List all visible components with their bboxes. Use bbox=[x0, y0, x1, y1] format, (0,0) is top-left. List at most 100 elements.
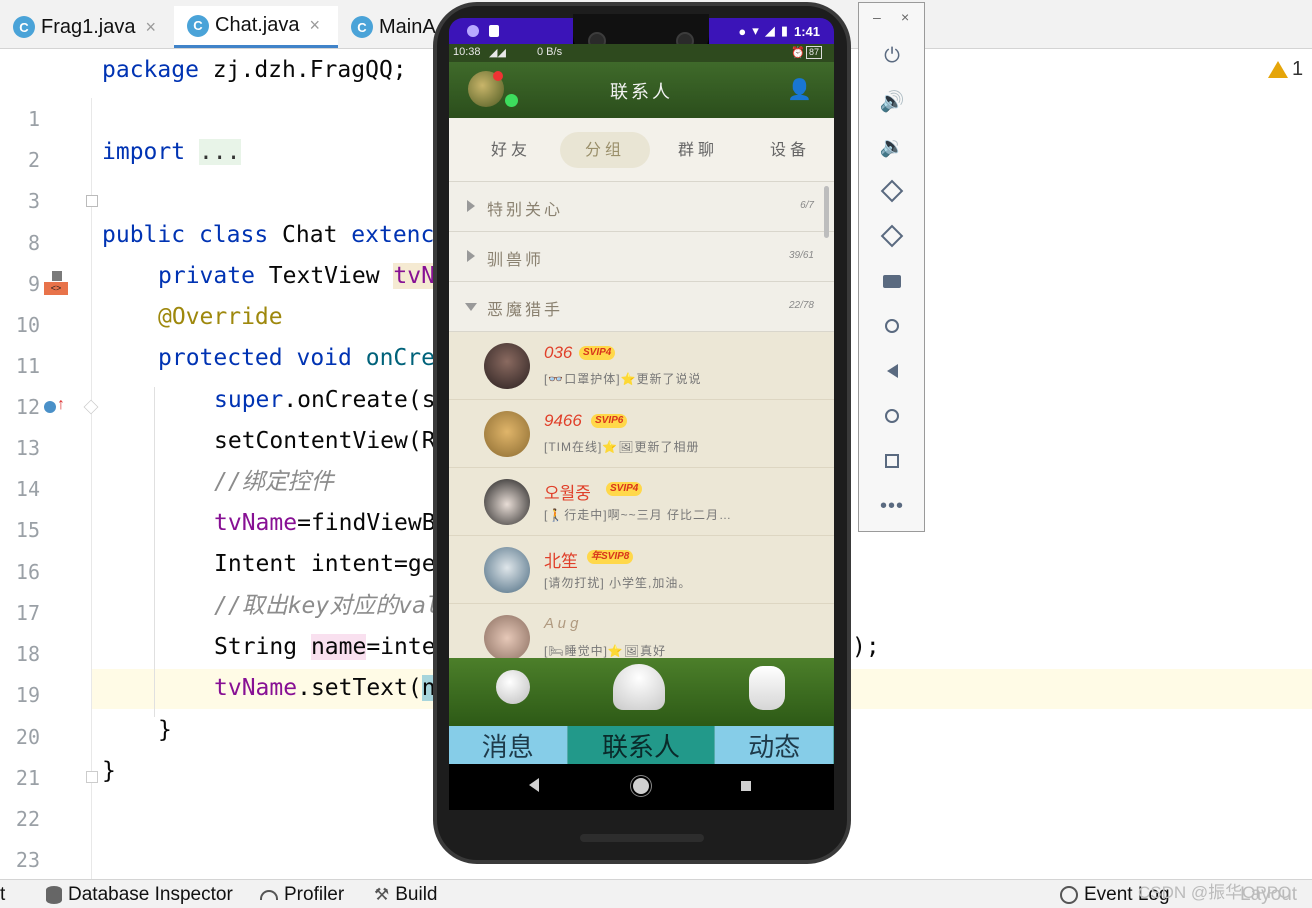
vip-badge: SVIP4 bbox=[579, 346, 616, 360]
location-icon: ● bbox=[738, 23, 747, 39]
code-line-11: @Override bbox=[158, 304, 283, 330]
fold-icon[interactable] bbox=[86, 771, 98, 783]
group-name: 恶魔猎手 bbox=[487, 300, 564, 319]
home-icon[interactable] bbox=[879, 403, 905, 429]
tab-groups[interactable]: 分组 bbox=[560, 132, 650, 168]
contact-name: 北笙 bbox=[544, 552, 578, 571]
nav-messages[interactable]: 消息 bbox=[449, 726, 568, 764]
line-number: 13 bbox=[15, 436, 40, 460]
home-icon[interactable] bbox=[633, 778, 649, 794]
line-number: 16 bbox=[15, 560, 40, 584]
contact-name: 오월중 bbox=[544, 484, 591, 503]
fold-icon[interactable] bbox=[86, 195, 98, 207]
inspection-warnings[interactable]: 1 bbox=[1268, 58, 1303, 81]
group-row[interactable]: 恶魔猎手 22/78 bbox=[449, 282, 834, 332]
nav-contacts[interactable]: 联系人 bbox=[567, 726, 716, 764]
override-method-icon[interactable]: ↑ bbox=[44, 397, 66, 417]
tab-group-chats[interactable]: 群聊 bbox=[653, 132, 743, 168]
bottom-navigation: 消息 联系人 动态 bbox=[449, 726, 834, 764]
overview-icon[interactable] bbox=[741, 781, 751, 791]
scrollbar[interactable] bbox=[824, 186, 829, 238]
line-number: 22 bbox=[15, 807, 40, 831]
contact-status: [🛏睡觉中]⭐🖼真好 bbox=[544, 644, 667, 658]
list-item[interactable]: 오월중 SVIP4 [🚶行走中]啊~~三月 仔比二月… bbox=[449, 468, 834, 536]
line-number: 20 bbox=[15, 725, 40, 749]
contact-status: [🚶行走中]啊~~三月 仔比二月… bbox=[544, 508, 732, 522]
group-row[interactable]: 特别关心 6/7 bbox=[449, 182, 834, 232]
app-header: 联系人 👤 bbox=[449, 62, 834, 118]
rotate-left-icon[interactable] bbox=[879, 178, 905, 204]
code-line-10: private TextView tvN bbox=[158, 263, 435, 289]
java-class-icon: C bbox=[13, 16, 35, 38]
line-number: 14 bbox=[15, 477, 40, 501]
camera-icon[interactable] bbox=[879, 268, 905, 294]
profiler-button[interactable]: Profiler bbox=[260, 884, 344, 906]
close-icon[interactable]: × bbox=[146, 17, 157, 38]
list-item[interactable]: 036 SVIP4 [👓口罩护体]⭐更新了说说 bbox=[449, 332, 834, 400]
tab-frag1-java[interactable]: C Frag1.java × bbox=[0, 6, 174, 48]
overview-icon[interactable] bbox=[879, 448, 905, 474]
tool-window-partial[interactable]: t bbox=[0, 884, 5, 906]
hammer-icon: ⚒ bbox=[374, 885, 390, 904]
tab-devices[interactable]: 设备 bbox=[745, 132, 835, 168]
line-number: 3 bbox=[27, 189, 40, 213]
line-number: 11 bbox=[15, 354, 40, 378]
emulator-toolbar: – × ⏻ 🔊 🔉 ••• bbox=[858, 2, 925, 532]
code-line-13: super.onCreate(s bbox=[214, 387, 436, 413]
code-line-21: } bbox=[158, 717, 172, 743]
contact-status: [请勿打扰] 小学笙,加油。 bbox=[544, 576, 692, 590]
nav-moments[interactable]: 动态 bbox=[715, 726, 834, 764]
gauge-icon bbox=[260, 890, 278, 900]
close-icon[interactable]: × bbox=[310, 15, 321, 36]
java-class-icon: C bbox=[187, 14, 209, 37]
warning-count: 1 bbox=[1292, 58, 1304, 80]
event-log-icon bbox=[1060, 886, 1078, 904]
golf-cap-icon bbox=[613, 664, 665, 710]
tab-friends[interactable]: 好友 bbox=[466, 132, 556, 168]
close-button[interactable]: × bbox=[901, 9, 909, 25]
alarm-icon: ⏰ bbox=[791, 47, 805, 59]
code-line-17: Intent intent=ge bbox=[214, 551, 436, 577]
back-icon[interactable] bbox=[529, 778, 539, 792]
line-number: 1 bbox=[27, 107, 40, 131]
minimize-button[interactable]: – bbox=[873, 9, 881, 25]
decorative-footer bbox=[449, 658, 834, 726]
contact-name: 9466 bbox=[544, 411, 582, 430]
avatar bbox=[484, 547, 530, 593]
volume-up-icon[interactable]: 🔊 bbox=[879, 88, 905, 114]
java-class-icon: C bbox=[351, 16, 373, 38]
signal-icon: ◢◢ bbox=[489, 47, 506, 59]
list-item[interactable]: A u g [🛏睡觉中]⭐🖼真好 bbox=[449, 604, 834, 658]
list-item[interactable]: 9466 SVIP6 [TIM在线]⭐🖼更新了相册 bbox=[449, 400, 834, 468]
volume-down-icon[interactable]: 🔉 bbox=[879, 133, 905, 159]
fold-icon[interactable] bbox=[83, 399, 99, 415]
import-fold[interactable]: ... bbox=[198, 139, 241, 165]
list-item[interactable]: 北笙 年SVIP8 [请勿打扰] 小学笙,加油。 bbox=[449, 536, 834, 604]
vip-badge: 年SVIP8 bbox=[587, 550, 634, 564]
golf-ball-icon bbox=[496, 670, 530, 704]
code-line-1: package zj.dzh.FragQQ; bbox=[102, 57, 407, 83]
zoom-icon[interactable] bbox=[879, 313, 905, 339]
class-hierarchy-icon[interactable]: <> bbox=[44, 271, 68, 295]
tab-chat-java[interactable]: C Chat.java × bbox=[174, 6, 338, 48]
line-number: 2 bbox=[27, 148, 40, 172]
power-icon[interactable]: ⏻ bbox=[879, 43, 905, 69]
database-inspector-button[interactable]: Database Inspector bbox=[46, 884, 233, 906]
code-line-22: } bbox=[102, 758, 116, 784]
tool-window-bar: t Database Inspector Profiler ⚒ Build Ev… bbox=[0, 879, 1312, 908]
rotate-right-icon[interactable] bbox=[879, 223, 905, 249]
back-icon[interactable] bbox=[879, 358, 905, 384]
more-icon[interactable]: ••• bbox=[879, 493, 905, 519]
build-button[interactable]: ⚒ Build bbox=[374, 884, 438, 906]
code-line-16: tvName=findViewB bbox=[214, 510, 436, 536]
line-number: 15 bbox=[15, 518, 40, 542]
add-contact-icon[interactable]: 👤 bbox=[787, 77, 812, 102]
line-number: 19 bbox=[15, 683, 40, 707]
app-status-strip: 10:38 ◢◢ 0 B/s ⏰ 87 bbox=[449, 44, 834, 62]
group-row[interactable]: 驯兽师 39/61 bbox=[449, 232, 834, 282]
watermark: CSDN @振华OPPO bbox=[1138, 883, 1292, 902]
line-number: 9 bbox=[27, 272, 40, 296]
database-icon bbox=[46, 886, 62, 904]
code-line-15: //绑定控件 bbox=[214, 469, 334, 495]
line-number: 17 bbox=[15, 601, 40, 625]
